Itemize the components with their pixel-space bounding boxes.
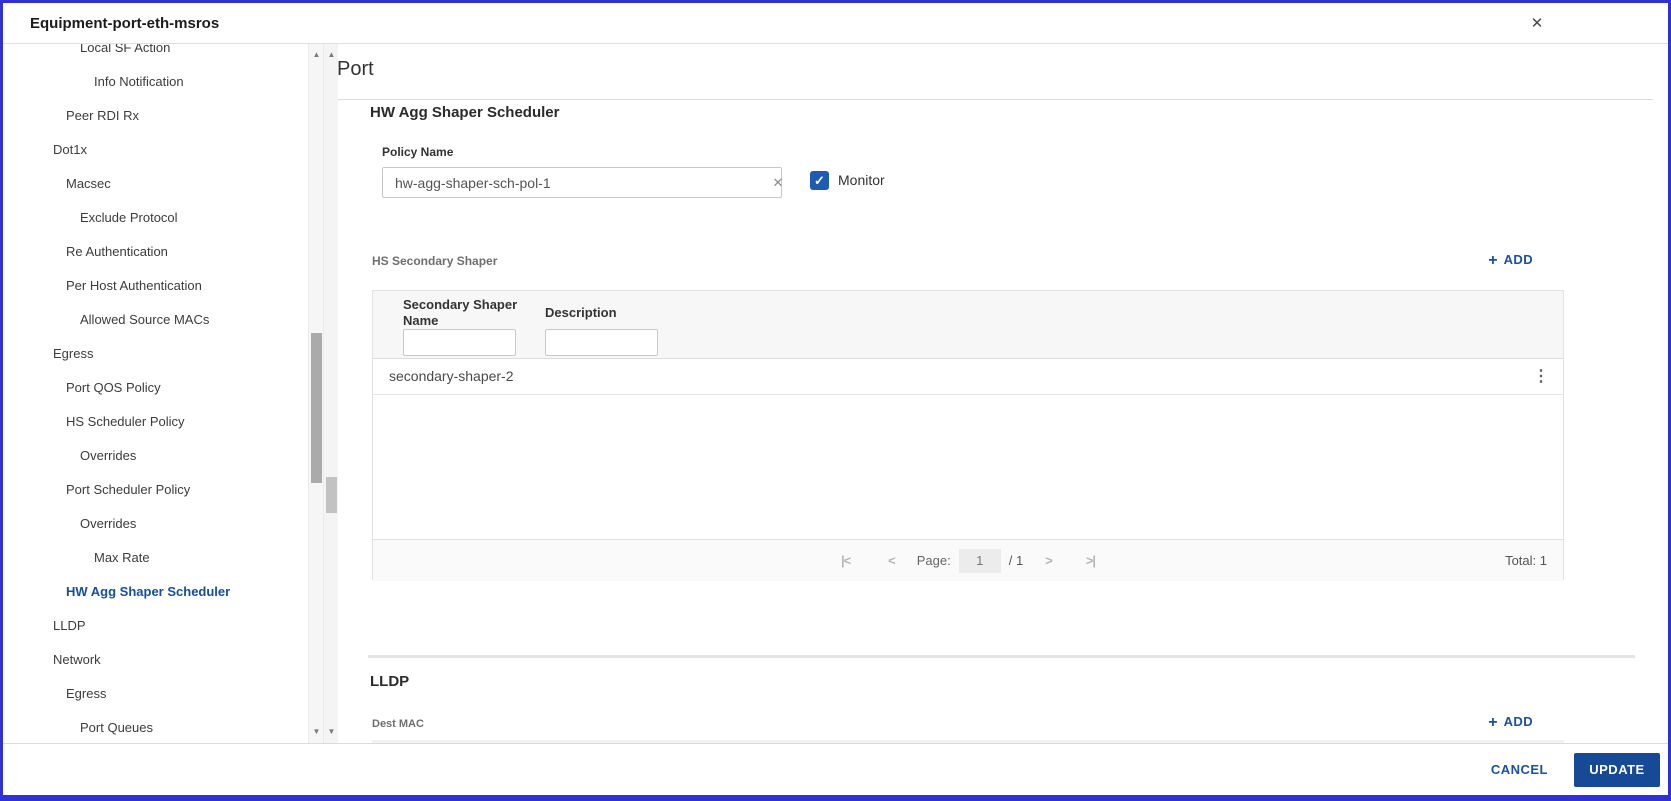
close-icon[interactable]: ✕ bbox=[1525, 12, 1549, 36]
sidebar-scrollbar[interactable]: ▲ ▼ bbox=[308, 44, 323, 743]
sidebar-item-network[interactable]: Network bbox=[3, 643, 308, 677]
sidebar-item-overrides-2[interactable]: Overrides bbox=[3, 507, 308, 541]
scroll-up-icon[interactable]: ▲ bbox=[309, 48, 324, 62]
sidebar-item-per-host-authentication[interactable]: Per Host Authentication bbox=[3, 269, 308, 303]
hs-secondary-shaper-label: HS Secondary Shaper bbox=[372, 254, 498, 268]
sidebar-item-peer-rdi-rx[interactable]: Peer RDI Rx bbox=[3, 99, 308, 133]
column-header-secondary-shaper-name: Secondary Shaper Name bbox=[403, 297, 518, 328]
filter-secondary-shaper-name-input[interactable] bbox=[403, 329, 516, 356]
kebab-menu-icon[interactable]: ⋮ bbox=[1533, 359, 1549, 394]
scroll-down-icon[interactable]: ▼ bbox=[324, 725, 339, 739]
add-button-label: ADD bbox=[1503, 714, 1533, 729]
dest-mac-label: Dest MAC bbox=[372, 718, 424, 730]
last-page-icon[interactable]: >| bbox=[1086, 553, 1096, 568]
policy-name-input[interactable] bbox=[382, 167, 782, 198]
next-page-icon[interactable]: > bbox=[1045, 553, 1053, 568]
check-icon: ✓ bbox=[814, 173, 825, 188]
sidebar-item-overrides-1[interactable]: Overrides bbox=[3, 439, 308, 473]
section-divider bbox=[368, 655, 1635, 658]
sidebar-item-dot1x[interactable]: Dot1x bbox=[3, 133, 308, 167]
page-title: Port bbox=[337, 58, 374, 80]
page-count: / 1 bbox=[1008, 553, 1024, 568]
monitor-checkbox[interactable]: ✓ bbox=[810, 171, 829, 190]
table-header: Secondary Shaper Name Description bbox=[373, 291, 1563, 359]
sidebar-item-port-qos-policy[interactable]: Port QOS Policy bbox=[3, 371, 308, 405]
hs-secondary-shaper-table: Secondary Shaper Name Description second… bbox=[372, 290, 1564, 581]
sidebar-item-port-queues[interactable]: Port Queues bbox=[3, 711, 308, 743]
page-number-input[interactable] bbox=[958, 548, 1001, 573]
scroll-down-icon[interactable]: ▼ bbox=[309, 725, 324, 739]
sidebar-item-macsec[interactable]: Macsec bbox=[3, 167, 308, 201]
dialog-body: Local SF Action Info Notification Peer R… bbox=[3, 44, 1668, 743]
dialog-equipment-port: Equipment-port-eth-msros ✕ Local SF Acti… bbox=[0, 0, 1671, 801]
update-button[interactable]: UPDATE bbox=[1574, 752, 1660, 787]
table-cell-secondary-shaper-name: secondary-shaper-2 bbox=[389, 368, 514, 384]
sidebar-item-lldp[interactable]: LLDP bbox=[3, 609, 308, 643]
plus-icon: + bbox=[1488, 252, 1498, 269]
total-count: Total: 1 bbox=[1505, 553, 1547, 568]
sidebar-item-exclude-protocol[interactable]: Exclude Protocol bbox=[3, 201, 308, 235]
clear-icon[interactable]: ✕ bbox=[770, 175, 786, 191]
dialog-header: Equipment-port-eth-msros ✕ bbox=[3, 3, 1668, 44]
add-button-label: ADD bbox=[1503, 252, 1533, 267]
sidebar-item-re-authentication[interactable]: Re Authentication bbox=[3, 235, 308, 269]
sidebar-item-allowed-source-macs[interactable]: Allowed Source MACs bbox=[3, 303, 308, 337]
main-scrollbar-thumb[interactable] bbox=[326, 477, 337, 513]
dialog-title: Equipment-port-eth-msros bbox=[30, 15, 220, 32]
table-row[interactable]: secondary-shaper-2 ⋮ bbox=[373, 359, 1563, 395]
dialog-footer: CANCEL UPDATE bbox=[3, 743, 1668, 795]
plus-icon: + bbox=[1488, 714, 1498, 731]
main-scrollbar[interactable]: ▲ ▼ bbox=[323, 44, 338, 743]
sidebar-item-hw-agg-shaper-scheduler[interactable]: HW Agg Shaper Scheduler bbox=[3, 575, 308, 609]
sidebar-item-local-sf-action[interactable]: Local SF Action bbox=[3, 44, 308, 65]
nav-tree: Local SF Action Info Notification Peer R… bbox=[3, 44, 308, 743]
scroll-up-icon[interactable]: ▲ bbox=[324, 48, 339, 62]
column-header-description: Description bbox=[545, 305, 617, 320]
sidebar-item-hs-scheduler-policy[interactable]: HS Scheduler Policy bbox=[3, 405, 308, 439]
hs-secondary-shaper-add-button[interactable]: + ADD bbox=[1488, 250, 1533, 270]
dest-mac-add-button[interactable]: + ADD bbox=[1488, 712, 1533, 732]
sidebar-item-port-scheduler-policy[interactable]: Port Scheduler Policy bbox=[3, 473, 308, 507]
policy-name-label: Policy Name bbox=[382, 145, 454, 159]
monitor-label: Monitor bbox=[838, 172, 885, 188]
sidebar-item-network-egress[interactable]: Egress bbox=[3, 677, 308, 711]
sidebar-item-max-rate[interactable]: Max Rate bbox=[3, 541, 308, 575]
cancel-button[interactable]: CANCEL bbox=[1491, 762, 1548, 777]
sidebar-item-egress[interactable]: Egress bbox=[3, 337, 308, 371]
filter-description-input[interactable] bbox=[545, 329, 658, 356]
main-panel: Port HW Agg Shaper Scheduler Policy Name… bbox=[323, 44, 1653, 743]
sidebar-scrollbar-thumb[interactable] bbox=[311, 333, 322, 483]
sidebar-item-info-notification[interactable]: Info Notification bbox=[3, 65, 308, 99]
hw-agg-section-title: HW Agg Shaper Scheduler bbox=[370, 104, 560, 121]
lldp-section-title: LLDP bbox=[370, 673, 410, 690]
port-header: Port bbox=[323, 44, 1653, 100]
prev-page-icon[interactable]: < bbox=[888, 553, 896, 568]
nav-tree-list: Local SF Action Info Notification Peer R… bbox=[3, 44, 308, 743]
page-label: Page: bbox=[916, 553, 951, 568]
table-pagination: |< < Page: / 1 > >| Total: 1 bbox=[373, 539, 1563, 581]
first-page-icon[interactable]: |< bbox=[841, 553, 851, 568]
